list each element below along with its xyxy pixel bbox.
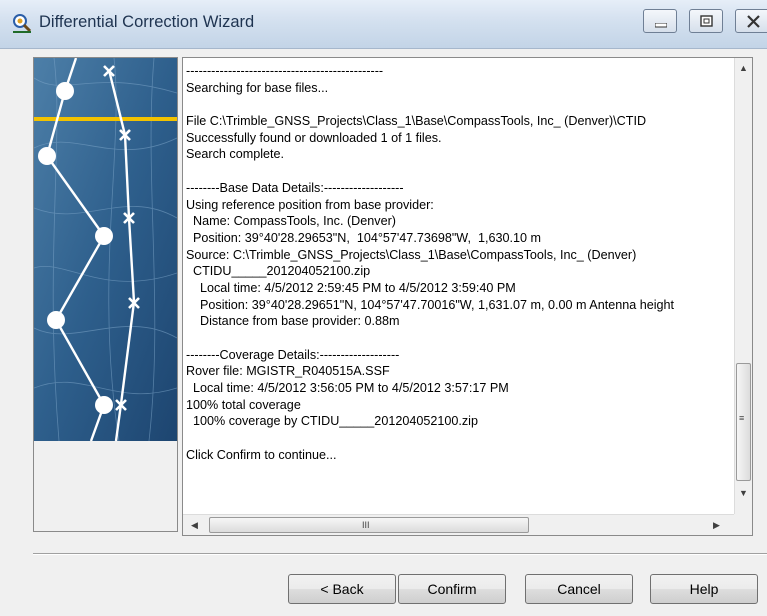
- vertical-scroll-thumb[interactable]: ≡: [736, 363, 751, 481]
- scrollbar-corner: [734, 514, 752, 535]
- log-line: Using reference position from base provi…: [186, 197, 434, 212]
- vertical-grip: ≡: [739, 413, 745, 423]
- vertical-scrollbar[interactable]: ▲ ≡ ▼: [734, 58, 752, 514]
- wizard-image-panel: [33, 57, 178, 532]
- maximize-icon: [700, 15, 713, 27]
- scroll-down-arrow-icon[interactable]: ▼: [739, 488, 748, 498]
- wizard-banner-image: [34, 58, 177, 441]
- scroll-up-arrow-icon[interactable]: ▲: [739, 63, 748, 73]
- log-line: CTIDU_____201204052100.zip: [186, 264, 371, 279]
- minimize-button[interactable]: [643, 9, 677, 33]
- horizontal-scrollbar[interactable]: ◀ III ▶: [183, 514, 734, 535]
- log-line: Source: C:\Trimble_GNSS_Projects\Class_1…: [186, 247, 637, 262]
- maximize-button[interactable]: [689, 9, 723, 33]
- back-button[interactable]: < Back: [288, 574, 396, 604]
- horizontal-scroll-thumb[interactable]: III: [209, 517, 529, 533]
- log-line: Click Confirm to continue...: [186, 447, 337, 462]
- wizard-app-icon: [13, 14, 32, 33]
- scroll-left-arrow-icon[interactable]: ◀: [191, 520, 198, 530]
- log-line: Search complete.: [186, 147, 285, 162]
- log-line: Distance from base provider: 0.88m: [186, 314, 400, 329]
- horizontal-grip: III: [362, 520, 370, 530]
- log-line: --------Base Data Details:--------------…: [186, 180, 404, 195]
- button-separator: [33, 553, 767, 555]
- log-line: Successfully found or downloaded 1 of 1 …: [186, 130, 442, 145]
- cancel-button[interactable]: Cancel: [525, 574, 633, 604]
- minimize-icon: [655, 23, 667, 28]
- log-line: ----------------------------------------…: [186, 64, 384, 78]
- confirm-button[interactable]: Confirm: [398, 574, 506, 604]
- log-line: Position: 39°40'28.29651"N, 104°57'47.70…: [186, 297, 675, 312]
- close-icon: [747, 15, 760, 28]
- log-line: 100% coverage by CTIDU_____201204052100.…: [186, 414, 478, 429]
- log-line: --------Coverage Details:---------------…: [186, 347, 400, 362]
- log-output-panel[interactable]: ----------------------------------------…: [182, 57, 753, 536]
- window-title: Differential Correction Wizard: [39, 13, 255, 31]
- log-line: Local time: 4/5/2012 3:56:05 PM to 4/5/2…: [186, 381, 509, 396]
- log-line: 100% total coverage: [186, 397, 301, 412]
- log-line: File C:\Trimble_GNSS_Projects\Class_1\Ba…: [186, 114, 647, 129]
- scroll-right-arrow-icon[interactable]: ▶: [713, 520, 720, 530]
- log-text: ----------------------------------------…: [186, 63, 734, 513]
- log-line: Rover file: MGISTR_R040515A.SSF: [186, 364, 390, 379]
- log-line: Position: 39°40'28.29653"N, 104°57'47.73…: [186, 230, 542, 245]
- title-bar: Differential Correction Wizard: [0, 0, 767, 49]
- log-line: Name: CompassTools, Inc. (Denver): [186, 214, 396, 229]
- help-button[interactable]: Help: [650, 574, 758, 604]
- log-line: Local time: 4/5/2012 2:59:45 PM to 4/5/2…: [186, 280, 516, 295]
- gnss-track-graphic: [34, 58, 177, 441]
- close-button[interactable]: [735, 9, 767, 33]
- log-line: Searching for base files...: [186, 80, 329, 95]
